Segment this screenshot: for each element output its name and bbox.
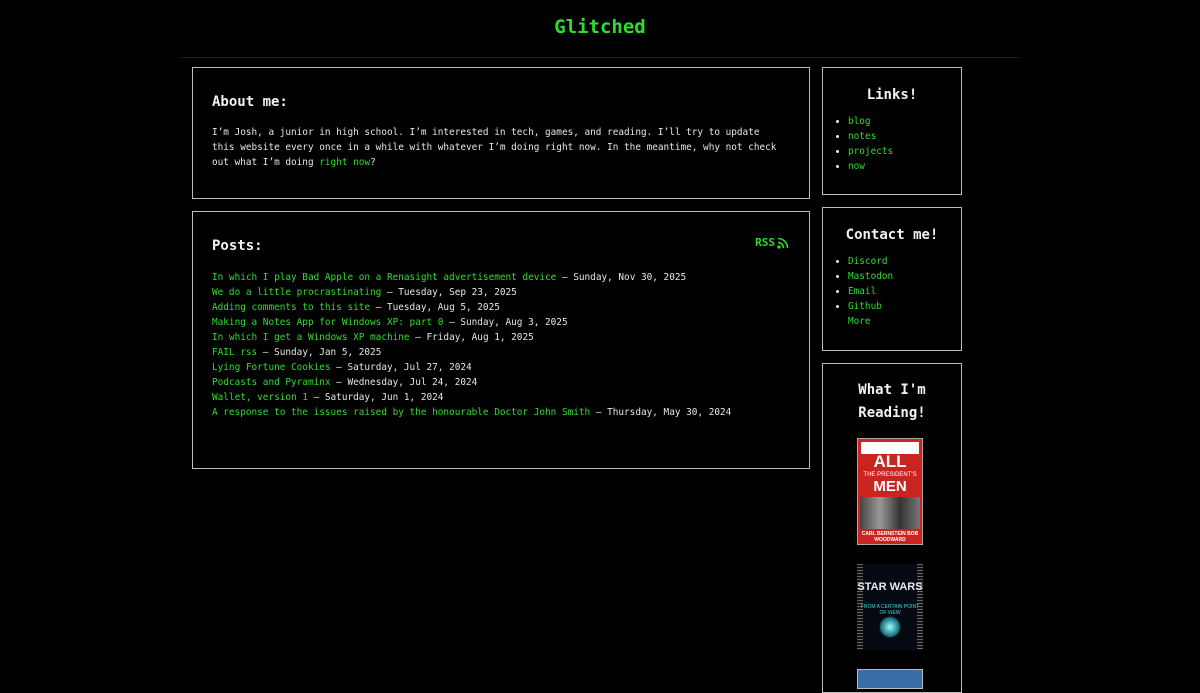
contact-list: Discord Mastodon Email Github (823, 254, 961, 314)
contact-item-github: Github (848, 299, 961, 314)
projects-link[interactable]: projects (848, 146, 893, 157)
post-item: In which I play Bad Apple on a Renasight… (212, 272, 687, 283)
about-text: I’m Josh, a junior in high school. I’m i… (212, 125, 779, 170)
book-cover-art (879, 616, 901, 638)
post-date: Sunday, Aug 3, 2025 (460, 317, 568, 328)
header-divider (180, 57, 1020, 58)
links-item-now: now (848, 159, 961, 174)
about-suffix: ? (370, 157, 376, 168)
discord-link[interactable]: Discord (848, 256, 888, 267)
post-item: Adding comments to this site – Tuesday, … (212, 302, 500, 313)
right-now-link[interactable]: right now (319, 157, 370, 168)
links-section: Links! blog notes projects now (822, 67, 962, 195)
post-link[interactable]: Lying Fortune Cookies (212, 362, 331, 373)
post-item: Lying Fortune Cookies – Saturday, Jul 27… (212, 362, 472, 373)
reading-heading: What I'm Reading! (823, 379, 961, 425)
more-link[interactable]: More (848, 314, 961, 329)
post-link[interactable]: We do a little procrastinating (212, 287, 381, 298)
post-date: Friday, Aug 1, 2025 (426, 332, 534, 343)
post-list: In which I play Bad Apple on a Renasight… (212, 270, 731, 420)
book-title: STAR WARS (857, 581, 923, 593)
post-date: Thursday, May 30, 2024 (607, 407, 732, 418)
posts-section: Posts: RSS In which I play Bad Apple on … (192, 211, 810, 469)
reading-heading-line1: What I'm (858, 382, 926, 398)
reading-section: What I'm Reading! ALL THE PRESIDENT'S MEN… (822, 363, 962, 693)
contact-item-discord: Discord (848, 254, 961, 269)
contact-item-email: Email (848, 284, 961, 299)
post-link[interactable]: In which I play Bad Apple on a Renasight… (212, 272, 556, 283)
post-item: In which I get a Windows XP machine – Fr… (212, 332, 534, 343)
post-item: A response to the issues raised by the h… (212, 407, 732, 418)
post-link[interactable]: Wallet, version 1 (212, 392, 308, 403)
post-date: Wednesday, Jul 24, 2024 (347, 377, 478, 388)
about-heading: About me: (212, 94, 288, 110)
post-date: Tuesday, Sep 23, 2025 (398, 287, 517, 298)
links-item-notes: notes (848, 129, 961, 144)
post-date: Saturday, Jun 1, 2024 (324, 392, 444, 403)
email-link[interactable]: Email (848, 286, 876, 297)
links-item-projects: projects (848, 144, 961, 159)
rss-icon (777, 237, 789, 249)
post-date: Sunday, Jan 5, 2025 (274, 347, 382, 358)
links-item-blog: blog (848, 114, 961, 129)
post-link[interactable]: FAIL rss (212, 347, 257, 358)
mastodon-link[interactable]: Mastodon (848, 271, 893, 282)
post-item: Wallet, version 1 – Saturday, Jun 1, 202… (212, 392, 444, 403)
rss-link[interactable]: RSS (755, 236, 789, 250)
post-link[interactable]: Making a Notes App for Windows XP: part … (212, 317, 443, 328)
post-date: Saturday, Jul 27, 2024 (347, 362, 472, 373)
contact-section: Contact me! Discord Mastodon Email Githu… (822, 207, 962, 351)
book-title-line1: ALL (873, 452, 907, 471)
book-subtitle: FROM A CERTAIN POINT OF VIEW (860, 604, 920, 616)
about-section: About me: I’m Josh, a junior in high sch… (192, 67, 810, 199)
github-link[interactable]: Github (848, 301, 882, 312)
notes-link[interactable]: notes (848, 131, 876, 142)
book-cover-star-wars[interactable]: STAR WARS FROM A CERTAIN POINT OF VIEW (857, 564, 923, 650)
book-authors: CARL BERNSTEIN BOB WOODWARD (861, 531, 919, 543)
now-link[interactable]: now (848, 161, 865, 172)
book-cover-photo (860, 497, 920, 529)
post-item: We do a little procrastinating – Tuesday… (212, 287, 517, 298)
book-cover-third[interactable] (857, 669, 923, 689)
post-item: Making a Notes App for Windows XP: part … (212, 317, 568, 328)
blog-link[interactable]: blog (848, 116, 871, 127)
book-cover-all-the-presidents-men[interactable]: ALL THE PRESIDENT'S MEN CARL BERNSTEIN B… (857, 438, 923, 545)
links-heading: Links! (866, 87, 918, 103)
links-list: blog notes projects now (823, 114, 961, 174)
book-title-line3: MEN (873, 478, 907, 495)
post-item: FAIL rss – Sunday, Jan 5, 2025 (212, 347, 382, 358)
post-link[interactable]: Podcasts and Pyraminx (212, 377, 331, 388)
rss-label: RSS (755, 236, 775, 249)
about-body: I’m Josh, a junior in high school. I’m i… (212, 127, 777, 168)
post-date: Sunday, Nov 30, 2025 (573, 272, 687, 283)
post-item: Podcasts and Pyraminx – Wednesday, Jul 2… (212, 377, 478, 388)
contact-item-mastodon: Mastodon (848, 269, 961, 284)
post-link[interactable]: Adding comments to this site (212, 302, 370, 313)
post-link[interactable]: In which I get a Windows XP machine (212, 332, 410, 343)
post-date: Tuesday, Aug 5, 2025 (386, 302, 500, 313)
reading-heading-line2: Reading! (858, 405, 926, 421)
post-link[interactable]: A response to the issues raised by the h… (212, 407, 590, 418)
site-title[interactable]: Glitched (0, 14, 1200, 40)
contact-heading: Contact me! (845, 227, 939, 243)
posts-heading: Posts: (212, 238, 263, 254)
